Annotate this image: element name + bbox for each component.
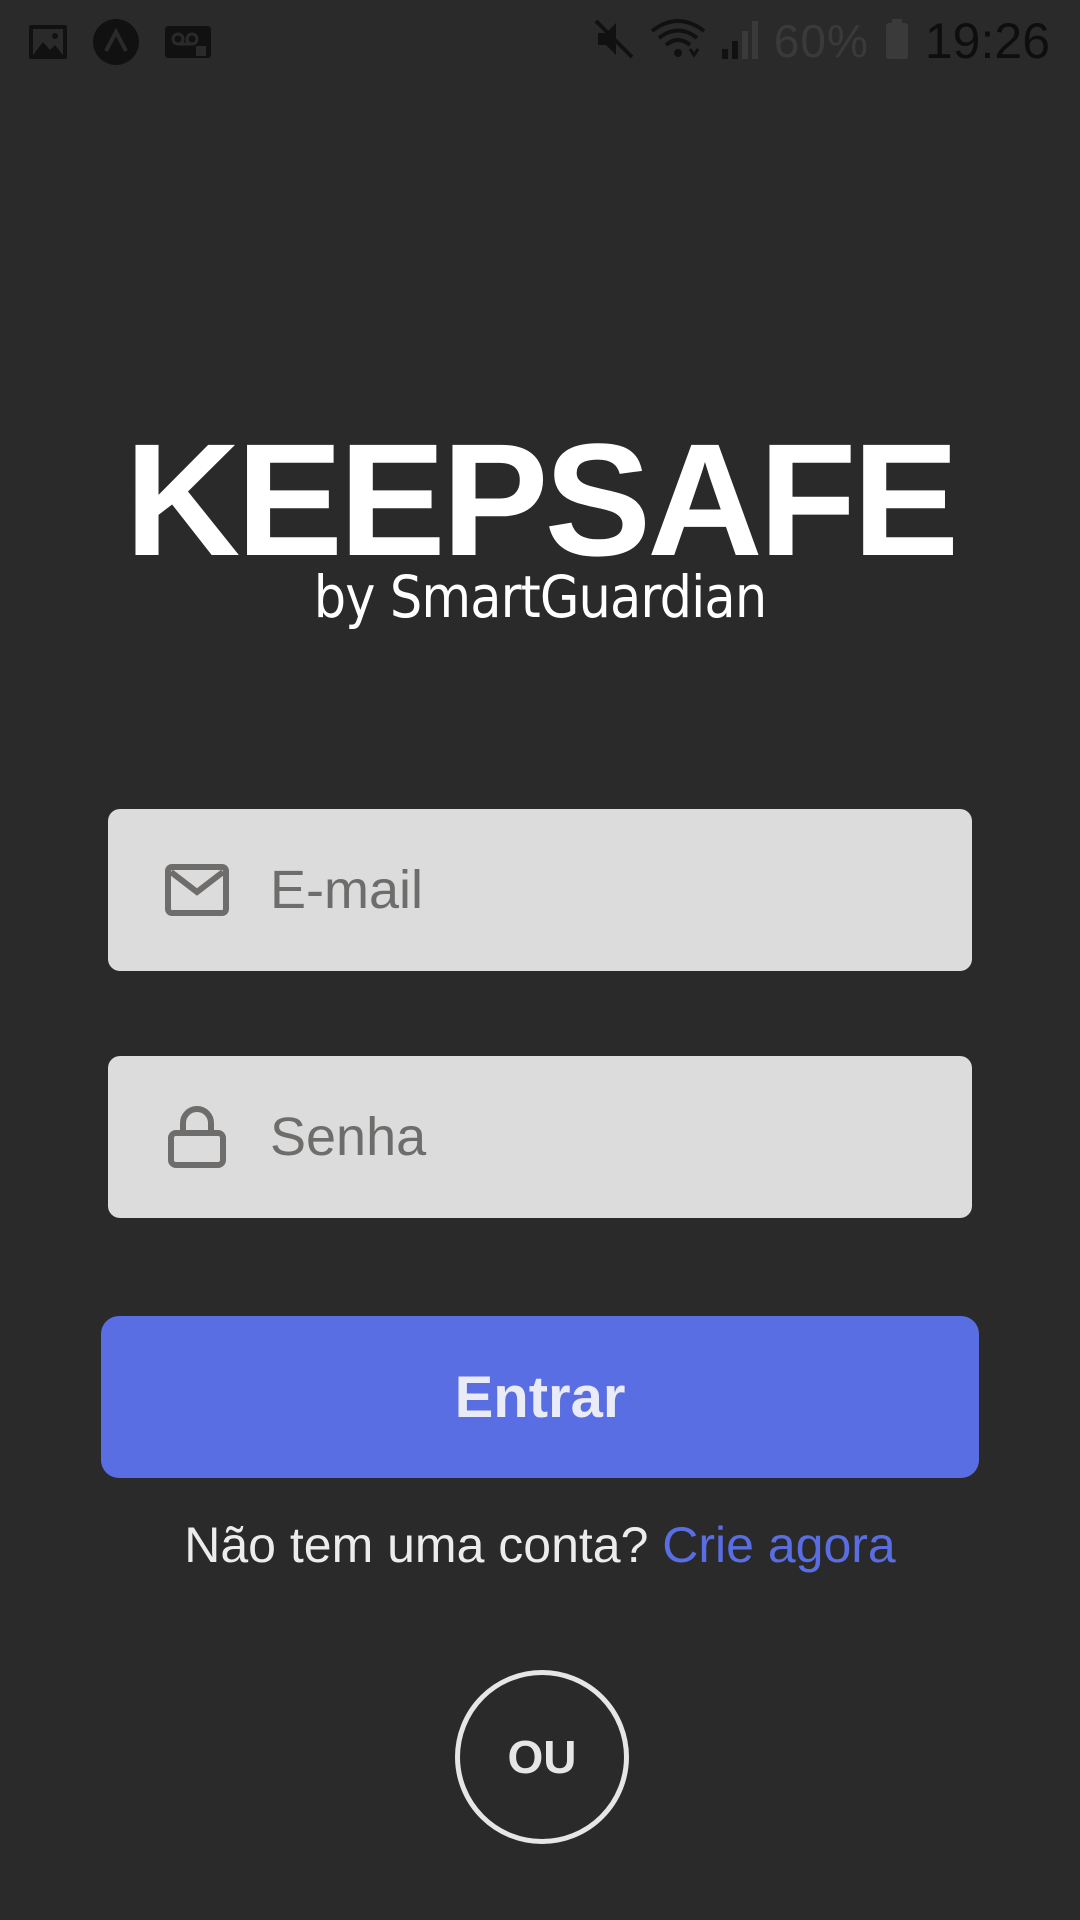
- voicemail-icon: [164, 22, 212, 67]
- status-bar-left: [28, 18, 212, 71]
- login-screen: 60% 19:26 KEEPSAFE by SmartGuardian E-ma…: [0, 0, 1080, 1920]
- signup-prompt-text: Não tem uma conta?: [184, 1517, 649, 1573]
- email-input[interactable]: [270, 809, 930, 971]
- mute-icon: [592, 17, 636, 66]
- status-bar: 60% 19:26: [0, 0, 1080, 80]
- or-divider-label: OU: [507, 1731, 577, 1783]
- app-logo-subtitle: by SmartGuardian: [313, 563, 767, 631]
- gallery-icon: [28, 22, 68, 67]
- signal-icon: [720, 17, 760, 66]
- login-button[interactable]: Entrar: [101, 1316, 979, 1478]
- status-bar-clock: 19:26: [924, 13, 1050, 69]
- battery-percentage: 60%: [773, 15, 869, 67]
- create-account-link[interactable]: Crie agora: [662, 1517, 895, 1573]
- battery-icon: [883, 17, 911, 66]
- signup-prompt-line: Não tem uma conta? Crie agora: [0, 1514, 1080, 1576]
- or-divider: OU: [455, 1670, 629, 1844]
- app-logo-title: KEEPSAFE: [124, 410, 959, 589]
- password-field[interactable]: [108, 1056, 972, 1218]
- password-input[interactable]: [270, 1056, 930, 1218]
- status-bar-right: 60% 19:26: [592, 10, 1050, 72]
- mail-icon: [164, 857, 230, 923]
- lock-icon: [164, 1104, 230, 1170]
- wifi-icon: [650, 17, 706, 66]
- app-logo-icon: [92, 18, 140, 71]
- email-field[interactable]: [108, 809, 972, 971]
